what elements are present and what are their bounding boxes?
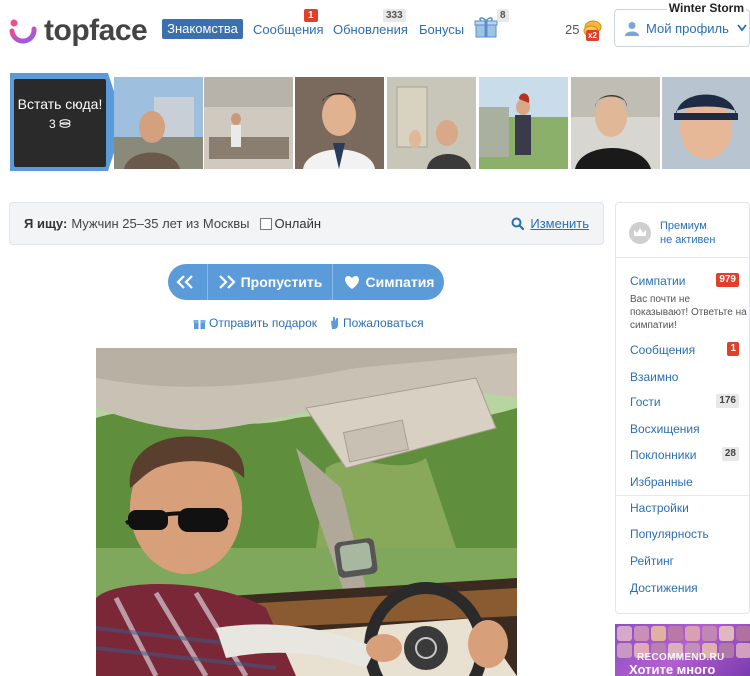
secondary-actions: Отправить подарок Пожаловаться xyxy=(193,316,436,330)
leader-photo[interactable] xyxy=(662,77,750,169)
nav-dating[interactable]: Знакомства xyxy=(162,19,243,39)
leader-photo[interactable] xyxy=(571,77,660,169)
profile-main-photo[interactable] xyxy=(96,348,517,676)
skip-label: Пропустить xyxy=(240,274,323,290)
send-gift-link[interactable]: Отправить подарок xyxy=(209,316,317,330)
like-button[interactable]: Симпатия xyxy=(333,264,444,300)
premium-text: Премиум не активен xyxy=(660,220,716,246)
like-label: Симпатия xyxy=(365,274,435,290)
leader-photo[interactable] xyxy=(114,77,203,169)
double-chevron-right-icon xyxy=(218,275,236,289)
change-label: Изменить xyxy=(530,216,589,231)
sidebar-item-popularity[interactable]: Популярность xyxy=(630,527,709,541)
messages-badge: 1 xyxy=(727,342,739,356)
divider xyxy=(616,495,749,496)
divider xyxy=(616,257,749,258)
crown-icon xyxy=(629,222,651,244)
sidebar-item-likes[interactable]: Симпатии xyxy=(630,274,685,288)
my-profile-label: Мой профиль xyxy=(646,20,729,36)
nav-bonuses[interactable]: Бонусы xyxy=(419,22,464,37)
premium-status[interactable]: Премиум не активен xyxy=(628,217,748,247)
heart-icon xyxy=(344,276,359,289)
stand-here-price: 3 xyxy=(14,117,106,131)
ad-face xyxy=(685,626,700,641)
sidebar-item-settings[interactable]: Настройки xyxy=(630,501,689,515)
coins-count: 25 xyxy=(565,22,580,37)
ad-banner[interactable]: RECOMMEND.RU Хотите много xyxy=(615,624,750,676)
coins-multiplier-badge: x2 xyxy=(586,30,599,41)
likes-note: Вас почти не показывают! Ответьте на сим… xyxy=(630,294,747,331)
gifts-badge: 8 xyxy=(497,9,509,22)
gift-icon[interactable] xyxy=(474,16,498,38)
ad-face xyxy=(719,626,734,641)
likes-badge: 979 xyxy=(716,273,739,287)
leader-photo[interactable] xyxy=(295,77,384,169)
guests-badge: 176 xyxy=(716,394,739,408)
stand-here-button[interactable]: Встать сюда! 3 xyxy=(8,73,124,171)
sidebar-item-mutual[interactable]: Взаимно xyxy=(630,370,678,384)
watermark-username: Winter Storm xyxy=(666,1,746,15)
ad-face xyxy=(617,643,632,658)
search-icon xyxy=(511,217,525,230)
nav-messages[interactable]: Сообщения xyxy=(253,22,324,37)
ad-face xyxy=(634,626,649,641)
ad-face xyxy=(668,626,683,641)
leader-photo[interactable] xyxy=(387,77,476,169)
sidebar-item-rating[interactable]: Рейтинг xyxy=(630,554,674,568)
logo-icon xyxy=(9,19,37,44)
logo-text: topface xyxy=(44,14,148,47)
sidebar-item-messages[interactable]: Сообщения xyxy=(630,343,695,357)
search-criteria-bar: Я ищу: Мужчин 25–35 лет из Москвы Онлайн… xyxy=(9,202,604,245)
complain-link[interactable]: Пожаловаться xyxy=(343,316,424,330)
ad-face xyxy=(736,626,750,641)
online-label[interactable]: Онлайн xyxy=(275,216,322,231)
online-checkbox[interactable] xyxy=(259,217,272,230)
leader-photo[interactable] xyxy=(204,77,293,169)
ad-face xyxy=(736,643,750,658)
stand-here-card: Встать сюда! 3 xyxy=(14,79,106,167)
ad-face xyxy=(651,626,666,641)
right-sidebar: Премиум не активен Симпатии 979 Вас почт… xyxy=(615,202,750,614)
sidebar-item-achievements[interactable]: Достижения xyxy=(630,581,698,595)
back-button[interactable] xyxy=(168,264,208,300)
sidebar-item-guests[interactable]: Гости xyxy=(630,395,661,409)
sidebar-item-favorites[interactable]: Избранные xyxy=(630,475,693,489)
messages-badge: 1 xyxy=(304,9,318,22)
chevron-down-icon xyxy=(737,24,747,32)
ad-face xyxy=(617,626,632,641)
user-icon xyxy=(625,21,639,36)
sidebar-item-admirations[interactable]: Восхищения xyxy=(630,422,700,436)
skip-button[interactable]: Пропустить xyxy=(208,264,333,300)
ad-face xyxy=(702,626,717,641)
stand-here-text: Встать сюда! xyxy=(17,96,103,112)
nav-updates[interactable]: Обновления xyxy=(333,22,408,37)
hand-icon xyxy=(331,316,339,329)
topface-logo[interactable]: topface xyxy=(8,13,148,49)
leaders-photo-strip: Встать сюда! 3 xyxy=(0,71,750,175)
double-chevron-left-icon xyxy=(176,275,193,289)
search-criteria[interactable]: Мужчин 25–35 лет из Москвы xyxy=(71,216,249,231)
updates-badge: 333 xyxy=(383,9,406,22)
gift-icon xyxy=(193,319,206,329)
change-search-link[interactable]: Изменить xyxy=(511,216,589,231)
top-header: topface Знакомства Сообщения 1 Обновлени… xyxy=(0,0,750,60)
leader-photo[interactable] xyxy=(479,77,568,169)
search-label: Я ищу: xyxy=(24,216,68,231)
sidebar-item-fans[interactable]: Поклонники xyxy=(630,448,696,462)
coins-icon xyxy=(59,119,71,128)
profile-actions: Пропустить Симпатия xyxy=(168,264,444,300)
ad-text: Хотите много xyxy=(629,662,716,676)
fans-badge: 28 xyxy=(721,447,739,461)
